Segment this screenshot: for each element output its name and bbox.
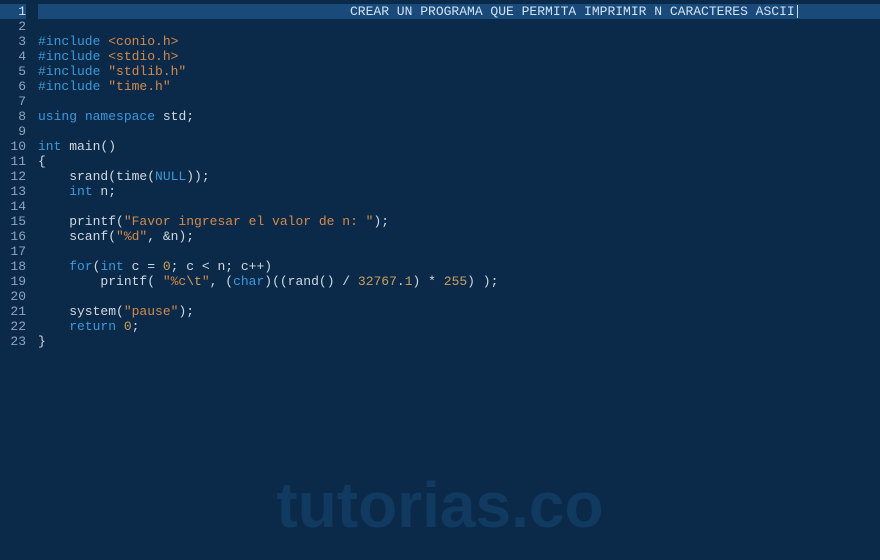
code-line[interactable] <box>38 199 880 214</box>
code-line[interactable]: #include <conio.h> <box>38 34 880 49</box>
line-number: 7 <box>0 94 26 109</box>
line-number: 20 <box>0 289 26 304</box>
line-number: 22 <box>0 319 26 334</box>
code-line[interactable]: int n; <box>38 184 880 199</box>
text-cursor <box>797 5 798 18</box>
code-line[interactable]: using namespace std; <box>38 109 880 124</box>
line-number: 5 <box>0 64 26 79</box>
code-line[interactable]: scanf("%d", &n); <box>38 229 880 244</box>
code-line[interactable]: return 0; <box>38 319 880 334</box>
line-number: 12 <box>0 169 26 184</box>
code-line[interactable]: int main() <box>38 139 880 154</box>
code-area[interactable]: CREAR UN PROGRAMA QUE PERMITA IMPRIMIR N… <box>38 0 880 560</box>
line-number: 23 <box>0 334 26 349</box>
line-number: 10 <box>0 139 26 154</box>
line-number: 19 <box>0 274 26 289</box>
line-number: 6 <box>0 79 26 94</box>
line-number: 1 <box>0 4 26 19</box>
line-number: 18 <box>0 259 26 274</box>
code-line[interactable]: CREAR UN PROGRAMA QUE PERMITA IMPRIMIR N… <box>38 4 880 19</box>
line-number: 8 <box>0 109 26 124</box>
code-line[interactable]: } <box>38 334 880 349</box>
line-number: 17 <box>0 244 26 259</box>
code-line[interactable]: { <box>38 154 880 169</box>
line-number: 14 <box>0 199 26 214</box>
line-number-gutter: 1 2 3 4 5 6 7 8 9 10 11 12 13 14 15 16 1… <box>0 0 38 560</box>
code-line[interactable]: printf("Favor ingresar el valor de n: ")… <box>38 214 880 229</box>
selected-header-text: CREAR UN PROGRAMA QUE PERMITA IMPRIMIR N… <box>348 4 797 19</box>
line-number: 4 <box>0 49 26 64</box>
line-number: 9 <box>0 124 26 139</box>
code-line[interactable]: #include <stdio.h> <box>38 49 880 64</box>
line-number: 2 <box>0 19 26 34</box>
code-line[interactable]: #include "time.h" <box>38 79 880 94</box>
code-line[interactable]: srand(time(NULL)); <box>38 169 880 184</box>
code-line[interactable]: #include "stdlib.h" <box>38 64 880 79</box>
line-number: 3 <box>0 34 26 49</box>
code-line[interactable] <box>38 124 880 139</box>
code-line[interactable]: printf( "%c\t", (char)((rand() / 32767.1… <box>38 274 880 289</box>
line-number: 11 <box>0 154 26 169</box>
line-number: 13 <box>0 184 26 199</box>
code-editor[interactable]: 1 2 3 4 5 6 7 8 9 10 11 12 13 14 15 16 1… <box>0 0 880 560</box>
line-number: 21 <box>0 304 26 319</box>
code-line[interactable] <box>38 19 880 34</box>
code-line[interactable] <box>38 244 880 259</box>
line-number: 16 <box>0 229 26 244</box>
code-line[interactable] <box>38 289 880 304</box>
code-line[interactable]: system("pause"); <box>38 304 880 319</box>
code-line[interactable]: for(int c = 0; c < n; c++) <box>38 259 880 274</box>
code-line[interactable] <box>38 94 880 109</box>
line-number: 15 <box>0 214 26 229</box>
